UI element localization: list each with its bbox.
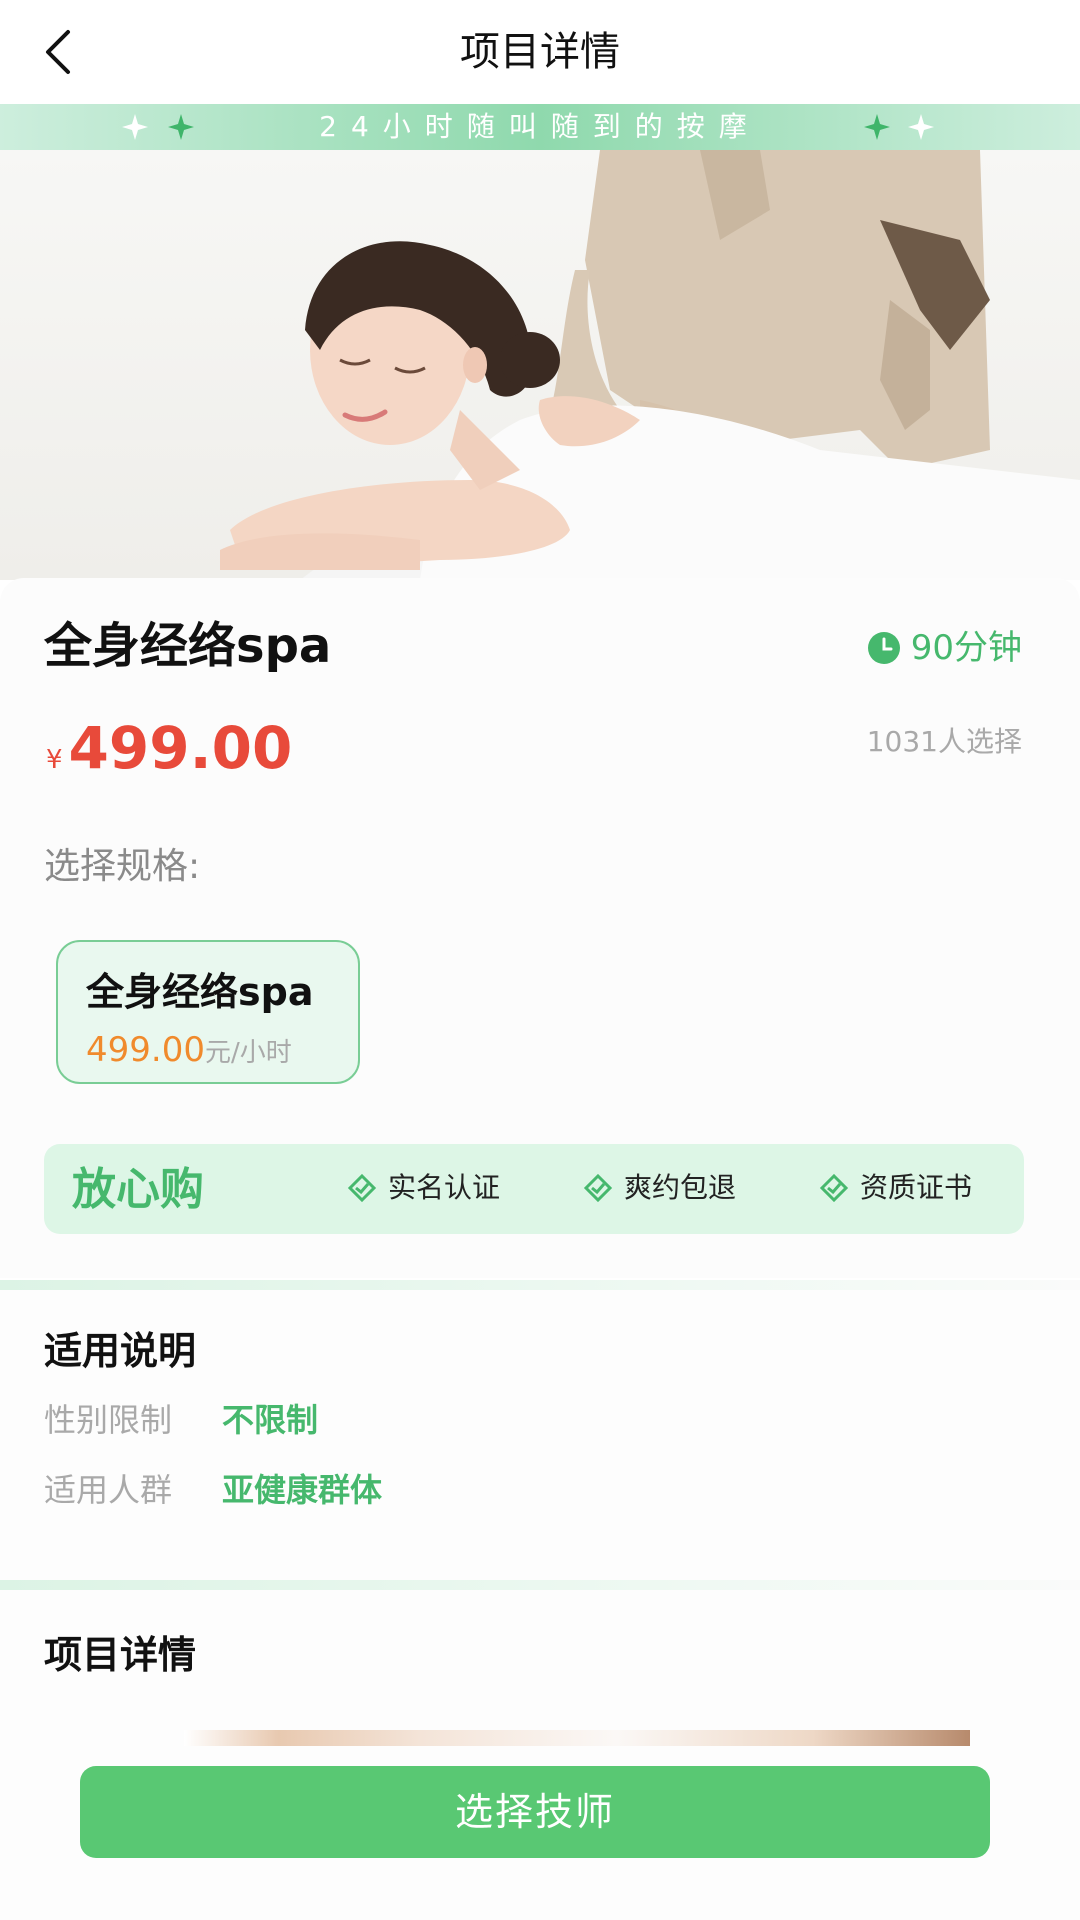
top-nav-bar: 项目详情 <box>0 0 1080 104</box>
massage-photo <box>220 150 1080 580</box>
diamond-check-icon <box>819 1173 849 1203</box>
diamond-check-icon <box>583 1173 613 1203</box>
row-label: 适用人群 <box>44 1471 173 1509</box>
row-value: 亚健康群体 <box>222 1471 383 1509</box>
applicable-section: 适用说明 性别限制 不限制 适用人群 亚健康群体 <box>0 1290 1080 1580</box>
section-divider <box>0 1280 1080 1290</box>
product-price: ¥499.00 <box>46 708 292 803</box>
assurance-item-label: 资质证书 <box>860 1171 973 1204</box>
spec-option[interactable]: 全身经络spa 499.00元/小时 <box>56 940 360 1084</box>
spec-option-name: 全身经络spa <box>86 970 314 1014</box>
sparkle-icon <box>864 114 890 140</box>
detail-image <box>184 1730 970 1746</box>
currency-symbol: ¥ <box>46 745 63 775</box>
assurance-title: 放心购 <box>72 1164 204 1215</box>
product-name: 全身经络spa <box>44 618 332 674</box>
spec-label: 选择规格: <box>44 846 201 887</box>
spec-option-price: 499.00元/小时 <box>86 1030 292 1076</box>
product-info-card: 全身经络spa 90分钟 ¥499.00 1031人选择 选择规格: 全身经络s… <box>0 578 1080 1278</box>
spec-price-value: 499.00 <box>86 1030 205 1070</box>
promo-banner: 24小时随叫随到的按摩 <box>0 104 1080 150</box>
row-value: 不限制 <box>222 1401 319 1439</box>
assurance-item: 资质证书 <box>818 1168 972 1208</box>
price-value: 499.00 <box>68 714 293 782</box>
assurance-item: 爽约包退 <box>582 1168 736 1208</box>
section-title: 项目详情 <box>44 1633 197 1677</box>
product-hero-image <box>0 150 1080 580</box>
details-section: 项目详情 <box>0 1590 1080 1920</box>
assurance-bar: 放心购 实名认证 爽约包退 资质证书 <box>44 1144 1024 1234</box>
duration-text: 90分钟 <box>910 628 1022 668</box>
clock-icon <box>867 632 900 664</box>
assurance-item-label: 实名认证 <box>388 1171 501 1204</box>
section-title: 适用说明 <box>44 1329 197 1373</box>
diamond-check-icon <box>347 1173 377 1203</box>
section-divider <box>0 1580 1080 1590</box>
sparkle-icon <box>908 114 934 140</box>
select-technician-button[interactable]: 选择技师 <box>80 1766 990 1858</box>
spec-price-unit: 元/小时 <box>204 1038 292 1068</box>
cta-label: 选择技师 <box>454 1790 615 1834</box>
page-title: 项目详情 <box>460 29 620 75</box>
chosen-count: 1031人选择 <box>866 725 1022 758</box>
row-label: 性别限制 <box>44 1401 173 1439</box>
assurance-item: 实名认证 <box>346 1168 500 1208</box>
duration-badge: 90分钟 <box>867 626 1022 670</box>
assurance-item-label: 爽约包退 <box>624 1171 737 1204</box>
